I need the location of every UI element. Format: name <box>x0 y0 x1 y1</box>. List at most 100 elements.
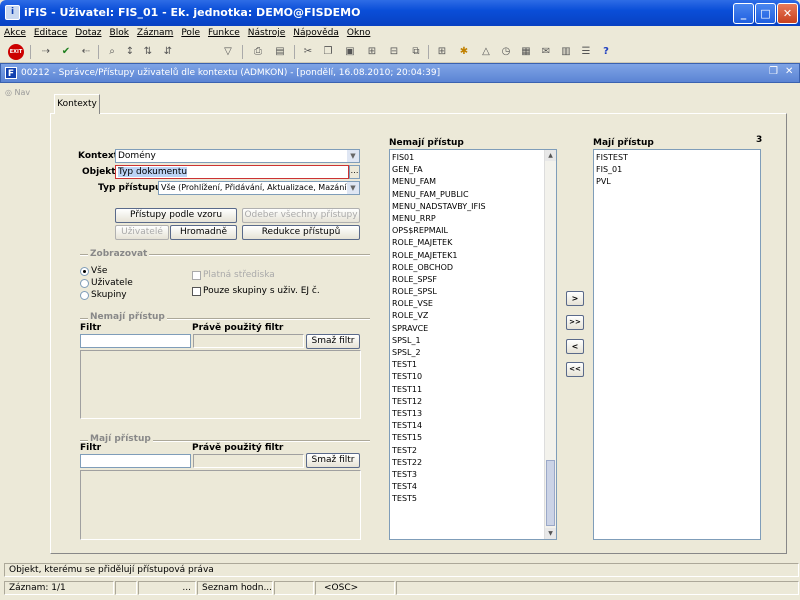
nemaji-list[interactable]: FIS01 GEN_FA MENU_FAM MENU_FAM_PUBLIC MENU_N… <box>389 149 557 540</box>
nemaji-list-item[interactable]: ROLE_SPSF <box>390 274 556 286</box>
scroll-up-icon[interactable]: ▲ <box>545 150 556 161</box>
notes-icon[interactable]: ▥ <box>558 44 574 60</box>
nemaji-list-item[interactable]: MENU_FAM <box>390 176 556 188</box>
menu-okno[interactable]: Okno <box>343 26 375 38</box>
nemaji-list-item[interactable]: TEST3 <box>390 469 556 481</box>
uzivatele-button[interactable]: Uživatelé <box>115 225 169 240</box>
nemaji-list-item[interactable]: TEST4 <box>390 481 556 493</box>
nemaji-list-item[interactable]: ROLE_MAJETEK1 <box>390 250 556 262</box>
paste-icon[interactable]: ▣ <box>342 44 358 60</box>
smaz-filtr-button-1[interactable]: Smaž filtr <box>306 334 360 349</box>
nemaji-list-item[interactable]: TEST15 <box>390 432 556 444</box>
menu-dotaz[interactable]: Dotaz <box>71 26 105 38</box>
nemaji-list-item[interactable]: SPSL_2 <box>390 347 556 359</box>
nemaji-list-item[interactable]: MENU_FAM_PUBLIC <box>390 189 556 201</box>
menu-funkce[interactable]: Funkce <box>204 26 244 38</box>
duplicate-icon[interactable]: ⧉ <box>408 44 424 60</box>
exit-icon[interactable]: EXIT <box>8 44 24 60</box>
menu-blok[interactable]: Blok <box>106 26 133 38</box>
maji-list[interactable]: FISTEST FIS_01 PVL <box>593 149 761 540</box>
sort-desc-icon[interactable]: ⇅ <box>140 44 156 60</box>
print-icon[interactable]: ⎙ <box>250 44 266 60</box>
delete-record-icon[interactable]: ⊟ <box>386 44 402 60</box>
minimize-button[interactable]: _ <box>733 3 754 24</box>
objekt-field[interactable]: Typ dokumentu <box>115 165 349 179</box>
nemaji-list-item[interactable]: ROLE_VZ <box>390 310 556 322</box>
filter-icon[interactable]: ▽ <box>220 44 236 60</box>
copy-icon[interactable]: ❐ <box>320 44 336 60</box>
calendar-icon[interactable]: ▦ <box>518 44 534 60</box>
platna-strediska-checkbox[interactable] <box>192 271 201 280</box>
kontext-select[interactable]: Domény ▼ <box>115 149 360 163</box>
nemaji-list-item[interactable]: TEST22 <box>390 457 556 469</box>
insert-record-icon[interactable]: ⊞ <box>364 44 380 60</box>
vse-radio[interactable] <box>80 267 89 276</box>
nemaji-list-item[interactable]: SPSL_1 <box>390 335 556 347</box>
scroll-thumb[interactable] <box>546 460 555 526</box>
warning-icon[interactable]: △ <box>478 44 494 60</box>
pristupy-podle-vzoru-button[interactable]: Přístupy podle vzoru <box>115 208 237 223</box>
execute-query-icon[interactable]: ⇢ <box>38 44 54 60</box>
skupiny-radio[interactable] <box>80 291 89 300</box>
nemaji-list-item[interactable]: ROLE_OBCHOD <box>390 262 556 274</box>
nemaji-scrollbar[interactable]: ▲ ▼ <box>544 150 556 539</box>
menu-napoveda[interactable]: Nápověda <box>289 26 343 38</box>
help-icon[interactable]: ? <box>598 44 614 60</box>
star-icon[interactable]: ✱ <box>456 44 472 60</box>
scroll-down-icon[interactable]: ▼ <box>545 528 556 539</box>
nemaji-list-item[interactable]: MENU_RRP <box>390 213 556 225</box>
menu-zaznam[interactable]: Záznam <box>133 26 177 38</box>
pouze-skupiny-checkbox[interactable] <box>192 287 201 296</box>
tab-kontexty[interactable]: Kontexty <box>54 94 100 114</box>
menu-nastroje[interactable]: Nástroje <box>244 26 290 38</box>
grid-icon[interactable]: ⊞ <box>434 44 450 60</box>
cut-icon[interactable]: ✂ <box>300 44 316 60</box>
list-icon[interactable]: ☰ <box>578 44 594 60</box>
nemaji-filter-input[interactable] <box>80 334 191 348</box>
document-icon[interactable]: ▤ <box>272 44 288 60</box>
nemaji-list-item[interactable]: ROLE_VSE <box>390 298 556 310</box>
nemaji-list-item[interactable]: TEST2 <box>390 445 556 457</box>
maji-list-item[interactable]: FIS_01 <box>594 164 760 176</box>
hromadne-button[interactable]: Hromadně <box>170 225 237 240</box>
maji-list-item[interactable]: FISTEST <box>594 152 760 164</box>
mail-icon[interactable]: ✉ <box>538 44 554 60</box>
nemaji-list-item[interactable]: GEN_FA <box>390 164 556 176</box>
move-right-button[interactable]: > <box>566 291 584 306</box>
cancel-query-icon[interactable]: ⇠ <box>78 44 94 60</box>
smaz-filtr-button-2[interactable]: Smaž filtr <box>306 453 360 468</box>
redukce-pristupu-button[interactable]: Redukce přístupů <box>242 225 360 240</box>
nav-button[interactable]: ◎ Nav <box>5 88 30 97</box>
inner-close-icon[interactable]: ✕ <box>785 66 793 77</box>
nemaji-list-item[interactable]: ROLE_SPSL <box>390 286 556 298</box>
restore-icon[interactable]: ❐ <box>769 66 778 77</box>
close-button[interactable]: ✕ <box>777 3 798 24</box>
nemaji-list-item[interactable]: TEST13 <box>390 408 556 420</box>
maji-list-item[interactable]: PVL <box>594 176 760 188</box>
sort-asc-icon[interactable]: ↕ <box>122 44 138 60</box>
chevron-down-icon[interactable]: ▼ <box>347 150 359 162</box>
nemaji-list-item[interactable]: ROLE_MAJETEK <box>390 237 556 249</box>
nemaji-list-item[interactable]: TEST10 <box>390 371 556 383</box>
nemaji-list-item[interactable]: OPS$REPMAIL <box>390 225 556 237</box>
maji-filter-input[interactable] <box>80 454 191 468</box>
sort-icon[interactable]: ⇵ <box>160 44 176 60</box>
maximize-button[interactable]: □ <box>755 3 776 24</box>
clock-icon[interactable]: ◷ <box>498 44 514 60</box>
save-icon[interactable]: ✔ <box>58 44 74 60</box>
search-icon[interactable]: ⌕ <box>104 44 120 60</box>
nemaji-list-item[interactable]: TEST14 <box>390 420 556 432</box>
nemaji-list-item[interactable]: TEST1 <box>390 359 556 371</box>
move-all-right-button[interactable]: >> <box>566 315 584 330</box>
nemaji-list-item[interactable]: TEST12 <box>390 396 556 408</box>
nemaji-list-item[interactable]: SPRAVCE <box>390 323 556 335</box>
odeber-vsechny-button[interactable]: Odeber všechny přístupy <box>242 208 360 223</box>
move-all-left-button[interactable]: << <box>566 362 584 377</box>
uzivatele-radio[interactable] <box>80 279 89 288</box>
lov-button[interactable]: … <box>349 165 360 179</box>
menu-pole[interactable]: Pole <box>177 26 204 38</box>
nemaji-list-item[interactable]: TEST5 <box>390 493 556 505</box>
typ-pristupu-select[interactable]: Vše (Prohlížení, Přidávání, Aktualizace,… <box>158 181 360 195</box>
nemaji-list-item[interactable]: FIS01 <box>390 152 556 164</box>
nemaji-list-item[interactable]: MENU_NADSTAVBY_IFIS <box>390 201 556 213</box>
